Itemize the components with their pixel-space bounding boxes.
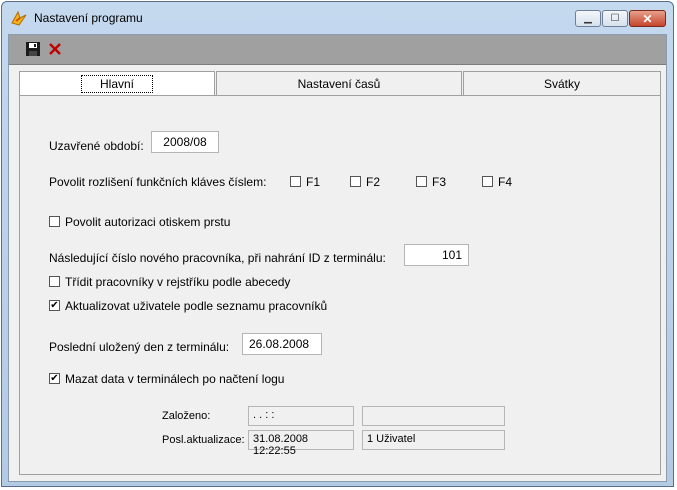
red-x-icon: [49, 43, 61, 55]
closed-period-label: Uzavřené období:: [49, 139, 144, 153]
f2-checkbox[interactable]: [350, 176, 361, 187]
sort-alpha-label: Třídit pracovníky v rejstříku podle abec…: [65, 275, 291, 289]
toolbar: [9, 35, 666, 65]
fingerprint-checkbox[interactable]: [49, 216, 60, 227]
f1-label: F1: [306, 175, 321, 189]
f2-label: F2: [366, 175, 381, 189]
last-saved-day-field[interactable]: 26.08.2008: [242, 333, 322, 355]
sort-alpha-checkbox[interactable]: [49, 276, 60, 287]
title-bar[interactable]: Nastavení programu ▁ ☐ ✕: [2, 2, 673, 32]
created-user-field: [362, 406, 505, 426]
window-title: Nastavení programu: [34, 11, 143, 25]
tab-label: Hlavní: [80, 75, 153, 93]
maximize-icon: ☐: [610, 12, 620, 24]
maximize-button[interactable]: ☐: [602, 10, 628, 27]
app-icon: [10, 9, 28, 27]
close-button[interactable]: ✕: [629, 10, 666, 27]
tab-label: Svátky: [543, 77, 580, 91]
minimize-button[interactable]: ▁: [575, 10, 601, 27]
tab-nastaveni-casu[interactable]: Nastavení časů: [216, 71, 462, 96]
next-employee-number-field[interactable]: 101: [404, 244, 469, 266]
minimize-icon: ▁: [584, 12, 592, 24]
last-update-user-field: 1 Uživatel: [362, 430, 505, 450]
tab-strip: Hlavní Nastavení časů Svátky: [19, 71, 661, 96]
closed-period-field[interactable]: 2008/08: [151, 131, 219, 153]
update-users-checkbox[interactable]: ✔: [49, 300, 60, 311]
function-keys-label: Povolit rozlišení funkčních kláves čísle…: [49, 175, 267, 189]
created-date-field: . . : :: [248, 406, 354, 426]
f3-label: F3: [432, 175, 447, 189]
tab-panel-hlavni: Uzavřené období: 2008/08 Povolit rozliše…: [19, 95, 661, 475]
f4-label: F4: [498, 175, 513, 189]
tab-label: Nastavení časů: [297, 77, 381, 91]
settings-window: Nastavení programu ▁ ☐ ✕ Hlavní Nastaven…: [1, 1, 674, 487]
delete-terminal-data-checkbox[interactable]: ✔: [49, 373, 60, 384]
f4-checkbox[interactable]: [482, 176, 493, 187]
tab-svatky[interactable]: Svátky: [463, 71, 661, 96]
delete-button[interactable]: [45, 39, 65, 59]
close-icon: ✕: [642, 11, 653, 26]
last-saved-day-label: Poslední uložený den z terminálu:: [49, 340, 230, 354]
update-users-label: Aktualizovat uživatele podle seznamu pra…: [65, 299, 328, 313]
fingerprint-label: Povolit autorizaci otiskem prstu: [65, 215, 231, 229]
tab-hlavni[interactable]: Hlavní: [19, 71, 215, 96]
f3-checkbox[interactable]: [416, 176, 427, 187]
next-employee-number-label: Následující číslo nového pracovníka, při…: [49, 251, 386, 265]
last-update-date-field: 31.08.2008 12:22:55: [248, 430, 354, 457]
client-area: Hlavní Nastavení časů Svátky Uzavřené ob…: [8, 34, 667, 482]
f1-checkbox[interactable]: [290, 176, 301, 187]
delete-terminal-data-label: Mazat data v terminálech po načtení logu: [65, 372, 285, 386]
created-label: Založeno:: [162, 410, 211, 422]
save-button[interactable]: [23, 39, 43, 59]
last-update-label: Posl.aktualizace:: [162, 434, 245, 446]
floppy-disk-icon: [26, 42, 40, 56]
